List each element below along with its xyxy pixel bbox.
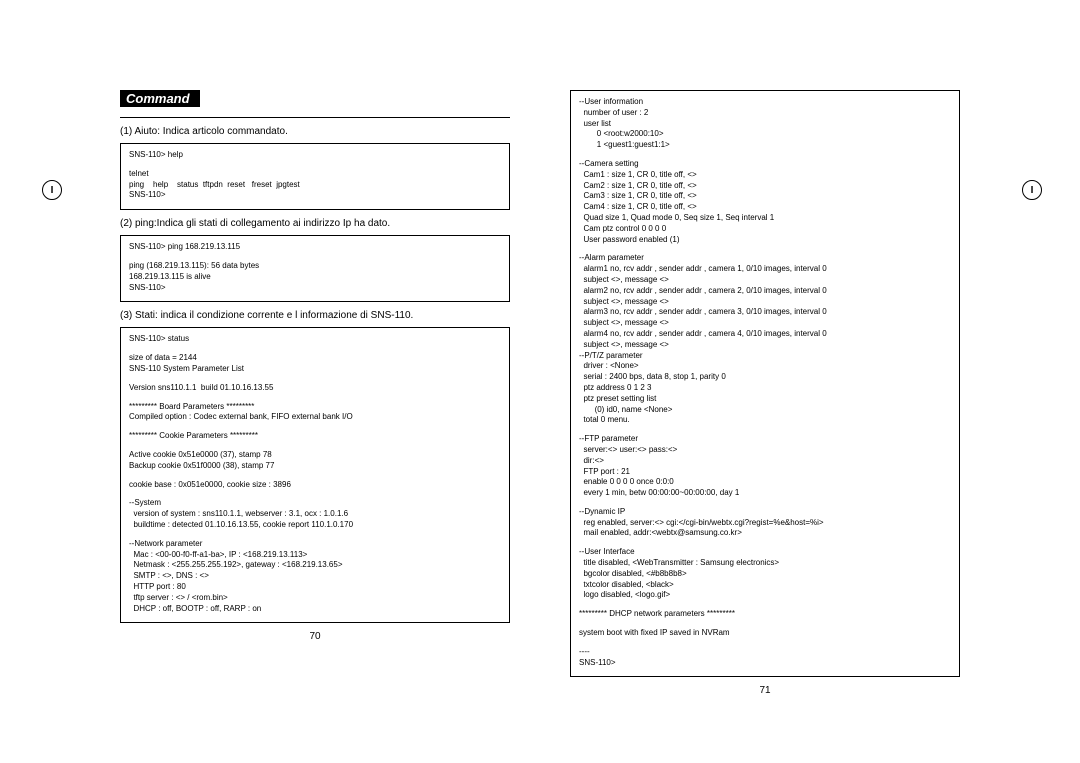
code-line: ptz preset setting list [579, 394, 951, 405]
code-line: size of data = 2144 [129, 353, 501, 364]
code-line: Backup cookie 0x51f0000 (38), stamp 77 [129, 461, 501, 472]
code-line: --Camera setting [579, 159, 951, 170]
code-line: Active cookie 0x51e0000 (37), stamp 78 [129, 450, 501, 461]
code-line: --Network parameter [129, 539, 501, 550]
code-line: FTP port : 21 [579, 467, 951, 478]
code-line: Quad size 1, Quad mode 0, Seq size 1, Se… [579, 213, 951, 224]
code-line: user list [579, 119, 951, 130]
desc-status: (3) Stati: indica il condizione corrente… [120, 310, 510, 321]
page-right: --User information number of user : 2 us… [540, 90, 970, 696]
code-line: HTTP port : 80 [129, 582, 501, 593]
code-line: ********* DHCP network parameters ******… [579, 609, 951, 620]
section-rule [120, 117, 510, 118]
code-line: subject <>, message <> [579, 275, 951, 286]
page-spread: Command (1) Aiuto: Indica articolo comma… [110, 0, 970, 696]
code-line: reg enabled, server:<> cgi:</cgi-bin/web… [579, 518, 951, 529]
code-line: alarm1 no, rcv addr , sender addr , came… [579, 264, 951, 275]
code-line: mail enabled, addr:<webtx@samsung.co.kr> [579, 528, 951, 539]
code-line: 0 <root:w2000:10> [579, 129, 951, 140]
code-line: SNS-110 System Parameter List [129, 364, 501, 375]
code-line: Cam2 : size 1, CR 0, title off, <> [579, 181, 951, 192]
code-line: serial : 2400 bps, data 8, stop 1, parit… [579, 372, 951, 383]
code-line: number of user : 2 [579, 108, 951, 119]
code-line: version of system : sns110.1.1, webserve… [129, 509, 501, 520]
code-line: Cam4 : size 1, CR 0, title off, <> [579, 202, 951, 213]
info-icon: I [42, 180, 62, 200]
info-icon: I [1022, 180, 1042, 200]
page-number: 71 [570, 685, 960, 696]
codebox-ping: SNS-110> ping 168.219.13.115 ping (168.2… [120, 235, 510, 302]
code-line: Cam1 : size 1, CR 0, title off, <> [579, 170, 951, 181]
code-line: --Alarm parameter [579, 253, 951, 264]
code-line: alarm2 no, rcv addr , sender addr , came… [579, 286, 951, 297]
desc-ping: (2) ping:Indica gli stati di collegament… [120, 218, 510, 229]
code-line: --P/T/Z parameter [579, 351, 951, 362]
code-line: title disabled, <WebTransmitter : Samsun… [579, 558, 951, 569]
code-line: bgcolor disabled, <#b8b8b8> [579, 569, 951, 580]
code-line: alarm3 no, rcv addr , sender addr , came… [579, 307, 951, 318]
code-line: ---- [579, 647, 951, 658]
code-line: Version sns110.1.1 build 01.10.16.13.55 [129, 383, 501, 394]
codebox-status-continued: --User information number of user : 2 us… [570, 90, 960, 677]
code-line: SNS-110> [129, 283, 501, 294]
code-line: Mac : <00-00-f0-ff-a1-ba>, IP : <168.219… [129, 550, 501, 561]
code-line: --User Interface [579, 547, 951, 558]
section-title: Command [120, 90, 200, 107]
code-line: buildtime : detected 01.10.16.13.55, coo… [129, 520, 501, 531]
code-line: driver : <None> [579, 361, 951, 372]
code-line: Netmask : <255.255.255.192>, gateway : <… [129, 560, 501, 571]
code-line: SNS-110> ping 168.219.13.115 [129, 242, 501, 253]
code-line: tftp server : <> / <rom.bin> [129, 593, 501, 604]
code-line: Compiled option : Codec external bank, F… [129, 412, 501, 423]
code-line: --System [129, 498, 501, 509]
code-line: ping (168.219.13.115): 56 data bytes [129, 261, 501, 272]
code-line: (0) id0, name <None> [579, 405, 951, 416]
code-line: cookie base : 0x051e0000, cookie size : … [129, 480, 501, 491]
code-line: 168.219.13.115 is alive [129, 272, 501, 283]
code-line: SMTP : <>, DNS : <> [129, 571, 501, 582]
code-line: 1 <guest1:guest1:1> [579, 140, 951, 151]
code-line: User password enabled (1) [579, 235, 951, 246]
code-line: total 0 menu. [579, 415, 951, 426]
code-line: --Dynamic IP [579, 507, 951, 518]
code-line: logo disabled, <logo.gif> [579, 590, 951, 601]
code-line: SNS-110> [129, 190, 501, 201]
code-line: every 1 min, betw 00:00:00~00:00:00, day… [579, 488, 951, 499]
page-number: 70 [120, 631, 510, 642]
code-line: server:<> user:<> pass:<> [579, 445, 951, 456]
codebox-help: SNS-110> help telnet ping help status tf… [120, 143, 510, 210]
code-line: ********* Cookie Parameters ********* [129, 431, 501, 442]
code-line: telnet [129, 169, 501, 180]
page-left: Command (1) Aiuto: Indica articolo comma… [110, 90, 540, 696]
code-line: dir:<> [579, 456, 951, 467]
code-line: ptz address 0 1 2 3 [579, 383, 951, 394]
code-line: --FTP parameter [579, 434, 951, 445]
code-line: Cam3 : size 1, CR 0, title off, <> [579, 191, 951, 202]
code-line: DHCP : off, BOOTP : off, RARP : on [129, 604, 501, 615]
code-line: SNS-110> help [129, 150, 501, 161]
code-line: alarm4 no, rcv addr , sender addr , came… [579, 329, 951, 340]
desc-help: (1) Aiuto: Indica articolo commandato. [120, 126, 510, 137]
codebox-status: SNS-110> status size of data = 2144 SNS-… [120, 327, 510, 623]
code-line: enable 0 0 0 0 once 0:0:0 [579, 477, 951, 488]
code-line: Cam ptz control 0 0 0 0 [579, 224, 951, 235]
code-line: ping help status tftpdn reset freset jpg… [129, 180, 501, 191]
code-line: txtcolor disabled, <black> [579, 580, 951, 591]
code-line: subject <>, message <> [579, 340, 951, 351]
code-line: SNS-110> status [129, 334, 501, 345]
code-line: SNS-110> [579, 658, 951, 669]
code-line: ********* Board Parameters ********* [129, 402, 501, 413]
code-line: subject <>, message <> [579, 318, 951, 329]
code-line: system boot with fixed IP saved in NVRam [579, 628, 951, 639]
code-line: --User information [579, 97, 951, 108]
code-line: subject <>, message <> [579, 297, 951, 308]
